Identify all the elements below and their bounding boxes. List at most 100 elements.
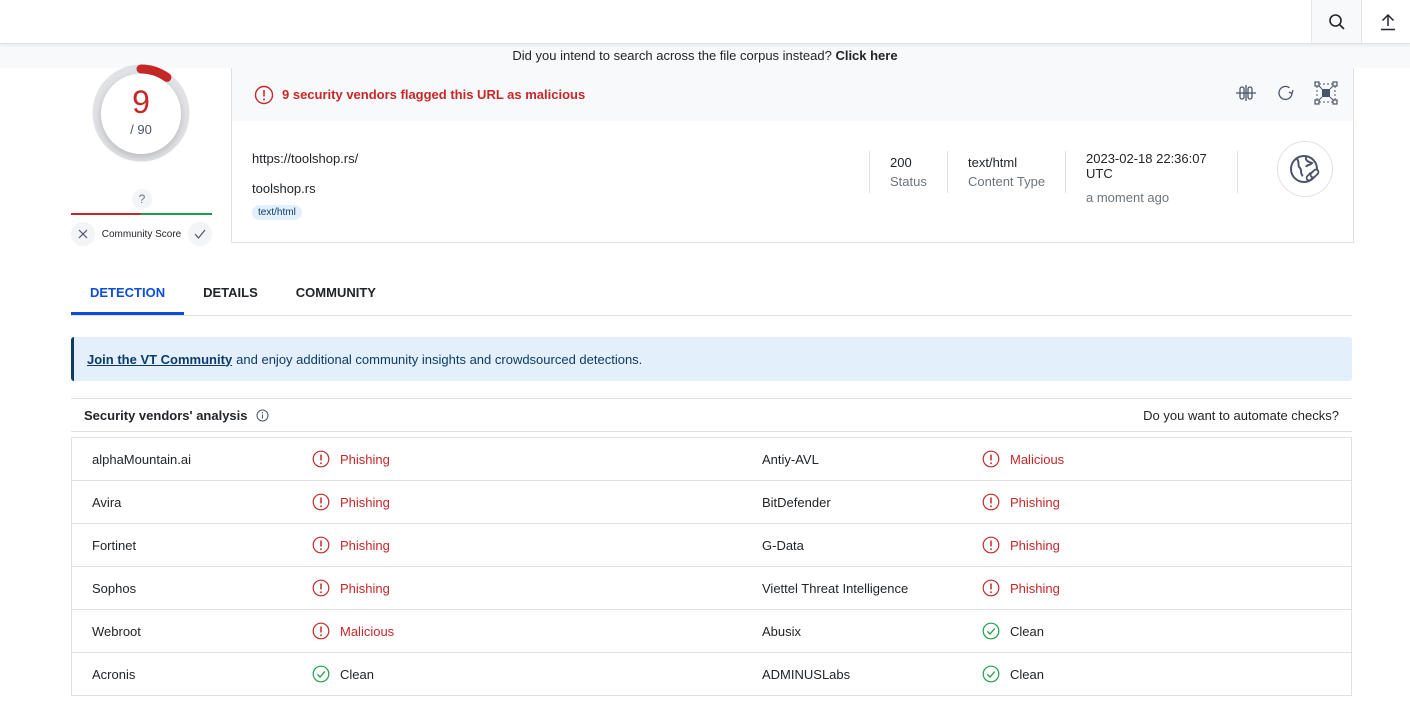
- vendor-result: Phishing: [982, 524, 1060, 566]
- community-score-label: Community Score: [101, 228, 182, 240]
- table-row: Webroot Malicious Abusix Clean: [72, 610, 1351, 653]
- check-circle-icon: [312, 665, 330, 683]
- vendor-result-label: Phishing: [1010, 494, 1060, 510]
- upload-icon: [1380, 13, 1395, 30]
- vendor-result-label: Malicious: [340, 623, 395, 639]
- check-circle-icon: [982, 622, 1000, 640]
- vendor-result: Phishing: [982, 567, 1060, 609]
- content-type-value: text/html: [968, 155, 1018, 170]
- detection-score: 9 / 90 ? Community Score: [71, 62, 212, 252]
- tab-detection[interactable]: DETECTION: [71, 272, 185, 315]
- vendor-result-label: Malicious: [1010, 451, 1065, 467]
- scanned-domain[interactable]: toolshop.rs: [252, 181, 316, 196]
- graph-button[interactable]: [1311, 80, 1341, 106]
- alert-icon: [254, 85, 274, 104]
- vendor-name: G-Data: [762, 537, 804, 553]
- reanalyze-button[interactable]: [1271, 80, 1301, 106]
- analysis-date: 2023-02-18 22:36:07 UTC: [1086, 151, 1207, 181]
- table-row: Fortinet Phishing G-Data Phishing: [72, 524, 1351, 567]
- vendors-table: alphaMountain.ai Phishing Antiy-AVL Malicio…: [71, 437, 1352, 696]
- detection-total: / 90: [130, 122, 152, 137]
- vendor-result: Clean: [982, 653, 1044, 695]
- summary-card: 9 security vendors flagged this URL as m…: [231, 68, 1354, 243]
- vendor-result-label: Clean: [1010, 623, 1044, 639]
- alert-icon: [982, 493, 1000, 511]
- click-here-link[interactable]: Click here: [835, 48, 897, 63]
- content-type-tag[interactable]: text/html: [252, 205, 302, 220]
- alert-icon: [982, 579, 1000, 597]
- vendor-name: Abusix: [762, 623, 802, 639]
- alert-icon: [312, 493, 330, 511]
- table-row: Sophos Phishing Viettel Threat Intelligenc…: [72, 567, 1351, 610]
- vendor-name: Avira: [92, 494, 122, 510]
- url-type-badge: [1277, 141, 1333, 197]
- compare-button[interactable]: [1231, 80, 1261, 106]
- detection-alert: 9 security vendors flagged this URL as m…: [282, 87, 586, 102]
- vendor-result: Malicious: [312, 610, 394, 652]
- vendor-name: Acronis: [92, 666, 136, 682]
- vendor-result-label: Phishing: [340, 580, 390, 596]
- vendors-analysis-title: Security vendors' analysis: [84, 407, 248, 423]
- alert-icon: [312, 579, 330, 597]
- vendor-result: Phishing: [312, 438, 390, 480]
- refresh-icon: [1278, 85, 1294, 101]
- vendor-result-label: Clean: [340, 666, 374, 682]
- vendor-result: Phishing: [312, 567, 390, 609]
- close-icon: [78, 229, 88, 239]
- vote-harmless-button[interactable]: [188, 222, 212, 246]
- vendor-name: Webroot: [92, 623, 141, 639]
- vendor-result-label: Phishing: [1010, 580, 1060, 596]
- community-score-bar: [71, 213, 212, 215]
- tab-details[interactable]: DETAILS: [184, 272, 277, 315]
- check-icon: [194, 229, 206, 239]
- vendor-result: Malicious: [982, 438, 1064, 480]
- vendor-name: Antiy-AVL: [762, 451, 819, 467]
- join-community-link[interactable]: Join the VT Community: [87, 352, 232, 367]
- analysis-date-field: 2023-02-18 22:36:07 UTC a moment ago: [1065, 151, 1237, 205]
- score-center: 9 / 90: [101, 74, 181, 154]
- vendor-result-label: Clean: [1010, 666, 1044, 682]
- vote-malicious-button[interactable]: [71, 222, 95, 246]
- vendor-result: Phishing: [982, 481, 1060, 523]
- table-row: alphaMountain.ai Phishing Antiy-AVL Malicio…: [72, 438, 1351, 481]
- top-bar: [0, 0, 1410, 44]
- status-field: 200 Status: [869, 151, 947, 193]
- content-type-field: text/html Content Type: [947, 151, 1065, 193]
- check-circle-icon: [982, 665, 1000, 683]
- analysis-relative-time: a moment ago: [1086, 190, 1170, 205]
- detection-count: 9: [132, 84, 150, 120]
- alert-icon: [312, 536, 330, 554]
- vendor-result: Phishing: [312, 524, 390, 566]
- vendor-result-label: Phishing: [340, 451, 390, 467]
- status-label: Status: [890, 174, 927, 189]
- tab-community[interactable]: COMMUNITY: [277, 272, 395, 315]
- vendor-name: ADMINUSLabs: [762, 666, 851, 682]
- vendor-name: Fortinet: [92, 537, 137, 553]
- search-icon: [1328, 13, 1345, 30]
- info-icon[interactable]: [256, 409, 269, 422]
- vendor-name: Viettel Threat Intelligence: [762, 580, 909, 596]
- vendor-result: Clean: [982, 610, 1044, 652]
- vendor-name: alphaMountain.ai: [92, 451, 192, 467]
- corpus-notice-text: Did you intend to search across the file…: [512, 48, 832, 63]
- globe-link-icon: [1290, 155, 1320, 183]
- vendor-result: Clean: [312, 653, 374, 695]
- automate-checks-link[interactable]: Do you want to automate checks?: [1143, 408, 1339, 423]
- scanned-url: https://toolshop.rs/: [252, 151, 359, 166]
- alert-icon: [982, 450, 1000, 468]
- table-row: Avira Phishing BitDefender Phishing: [72, 481, 1351, 524]
- vendor-result-label: Phishing: [1010, 537, 1060, 553]
- community-banner: Join the VT Community and enjoy addition…: [71, 337, 1352, 381]
- upload-button[interactable]: [1362, 0, 1410, 43]
- alert-icon: [312, 450, 330, 468]
- vendor-result: Phishing: [312, 481, 390, 523]
- report-tabs: DETECTION DETAILS COMMUNITY: [71, 272, 1352, 316]
- community-banner-text: and enjoy additional community insights …: [236, 351, 643, 367]
- compare-icon: [1236, 85, 1256, 101]
- community-score-value: ?: [132, 189, 152, 209]
- search-button[interactable]: [1311, 0, 1362, 43]
- vendor-name: BitDefender: [762, 494, 831, 510]
- status-value: 200: [890, 155, 912, 170]
- alert-icon: [312, 622, 330, 640]
- vendor-result-label: Phishing: [340, 537, 390, 553]
